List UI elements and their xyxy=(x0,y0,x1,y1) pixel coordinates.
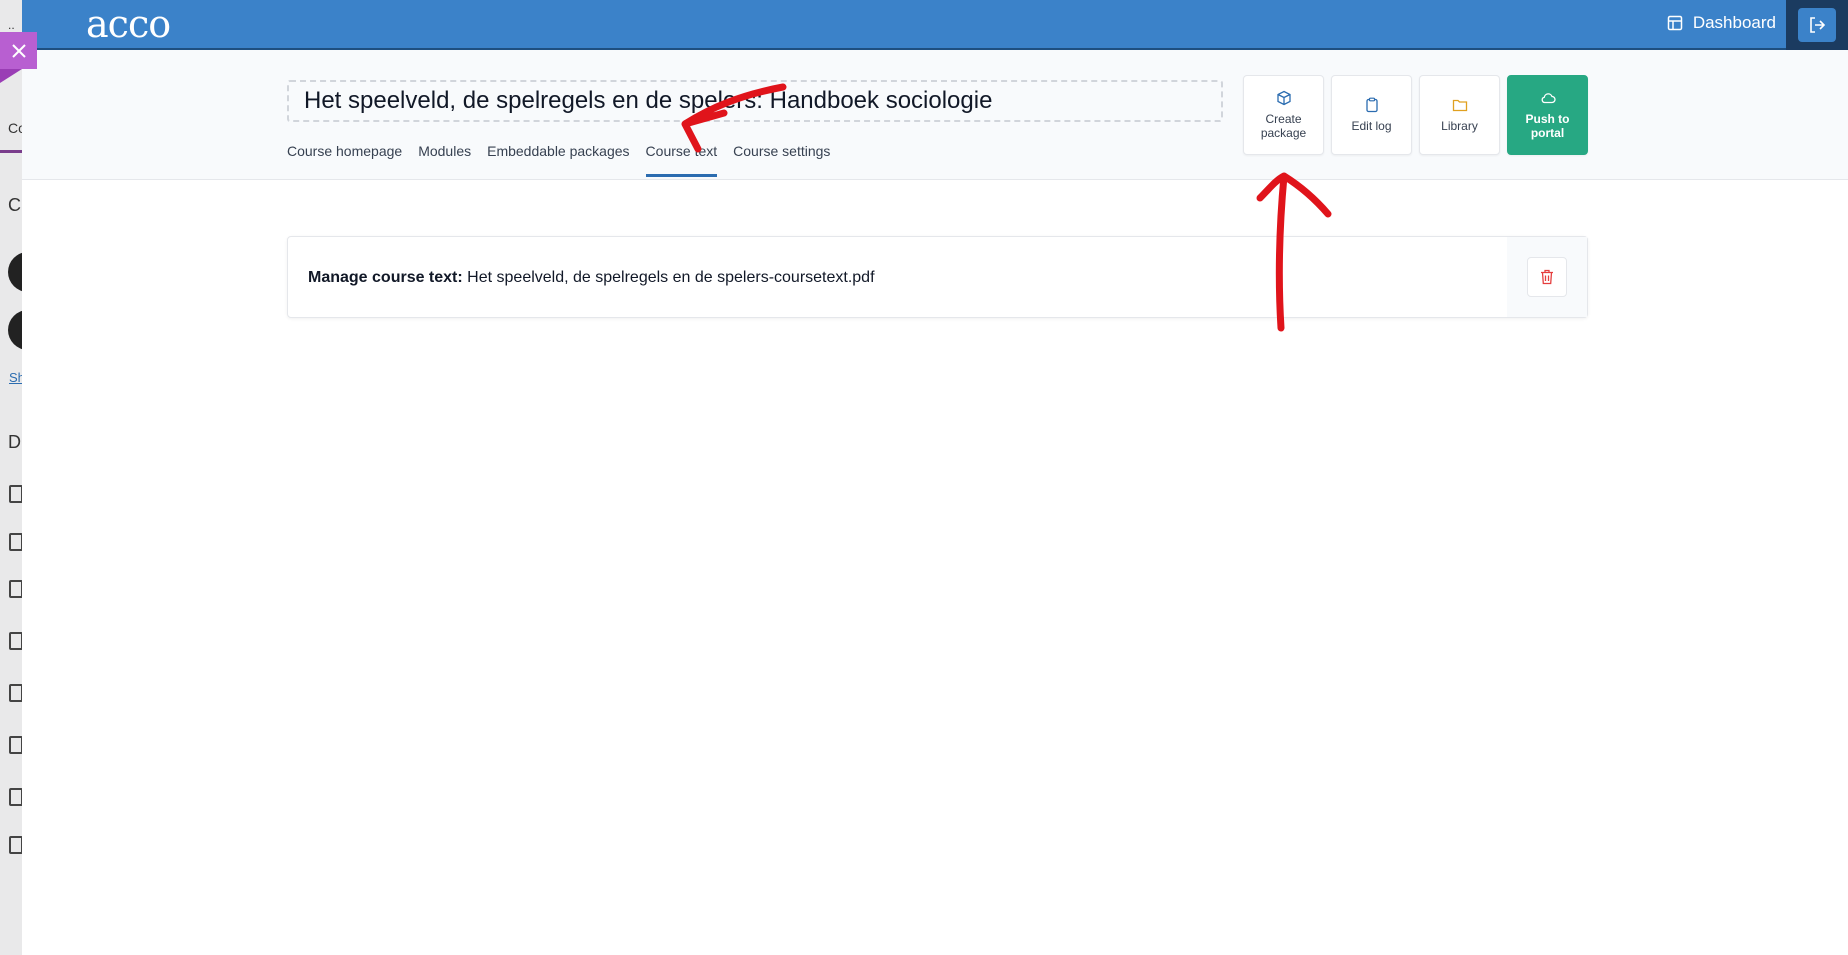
background-fragment: Co xyxy=(8,120,22,136)
background-link: Sh xyxy=(9,370,22,385)
image-icon xyxy=(9,580,22,598)
logout-icon xyxy=(1810,17,1826,33)
close-icon xyxy=(11,43,26,58)
tab-course-settings[interactable]: Course settings xyxy=(733,143,830,171)
create-package-button[interactable]: Create package xyxy=(1243,75,1324,155)
tab-course-text[interactable]: Course text xyxy=(645,143,717,177)
dashboard-icon xyxy=(1667,15,1683,31)
course-title-input[interactable]: Het speelveld, de spelregels en de spele… xyxy=(287,80,1223,122)
trash-icon xyxy=(1541,269,1553,285)
overlay-tab-tail xyxy=(0,69,22,83)
tab-course-homepage[interactable]: Course homepage xyxy=(287,143,402,171)
tab-embeddable-packages[interactable]: Embeddable packages xyxy=(487,143,629,171)
wrench-icon xyxy=(9,788,22,806)
lock-icon xyxy=(9,632,22,650)
dashboard-link[interactable]: Dashboard xyxy=(1667,13,1776,33)
users-icon xyxy=(9,533,22,551)
cloud-icon xyxy=(1541,93,1556,104)
top-bar: acco Dashboard xyxy=(22,0,1848,50)
background-fragment: C xyxy=(8,195,21,215)
logout-button[interactable] xyxy=(1786,0,1848,50)
background-tab-indicator xyxy=(0,150,22,153)
push-to-portal-label: Push to portal xyxy=(1525,112,1570,140)
tab-modules[interactable]: Modules xyxy=(418,143,471,171)
course-text-filename[interactable]: Het speelveld, de spelregels en de spele… xyxy=(467,269,874,286)
background-fragment: D xyxy=(8,432,21,452)
push-to-portal-button[interactable]: Push to portal xyxy=(1507,75,1588,155)
clipboard-icon xyxy=(1365,97,1378,113)
library-button[interactable]: Library xyxy=(1419,75,1500,155)
course-text-row: Manage course text: Het speelveld, de sp… xyxy=(308,269,875,287)
background-fragment: .. xyxy=(8,18,15,32)
course-editor-app: acco Dashboard Het speelveld, de spelreg… xyxy=(22,0,1848,955)
library-label: Library xyxy=(1441,119,1478,133)
background-avatar xyxy=(8,252,22,292)
document-icon xyxy=(9,684,22,702)
folder-icon xyxy=(1452,99,1467,112)
background-avatar xyxy=(8,310,22,350)
create-package-label: Create package xyxy=(1260,112,1307,140)
delete-course-text-button[interactable] xyxy=(1527,257,1567,297)
edit-log-label: Edit log xyxy=(1351,119,1392,133)
background-app-strip: .. Co C Sh D xyxy=(0,0,22,955)
acco-logo[interactable]: acco xyxy=(86,4,171,44)
course-header: Het speelveld, de spelregels en de spele… xyxy=(22,50,1848,180)
contact-icon xyxy=(9,836,22,854)
close-overlay-button[interactable] xyxy=(0,32,37,69)
edit-log-button[interactable]: Edit log xyxy=(1331,75,1412,155)
card-actions xyxy=(1507,237,1587,317)
course-tabs: Course homepage Modules Embeddable packa… xyxy=(287,143,846,177)
course-text-card: Manage course text: Het speelveld, de sp… xyxy=(287,236,1588,318)
package-icon xyxy=(1276,90,1291,106)
dashboard-label: Dashboard xyxy=(1692,13,1776,32)
user-icon xyxy=(9,485,22,503)
hammer-icon xyxy=(9,736,22,754)
course-text-label: Manage course text: xyxy=(308,269,463,286)
